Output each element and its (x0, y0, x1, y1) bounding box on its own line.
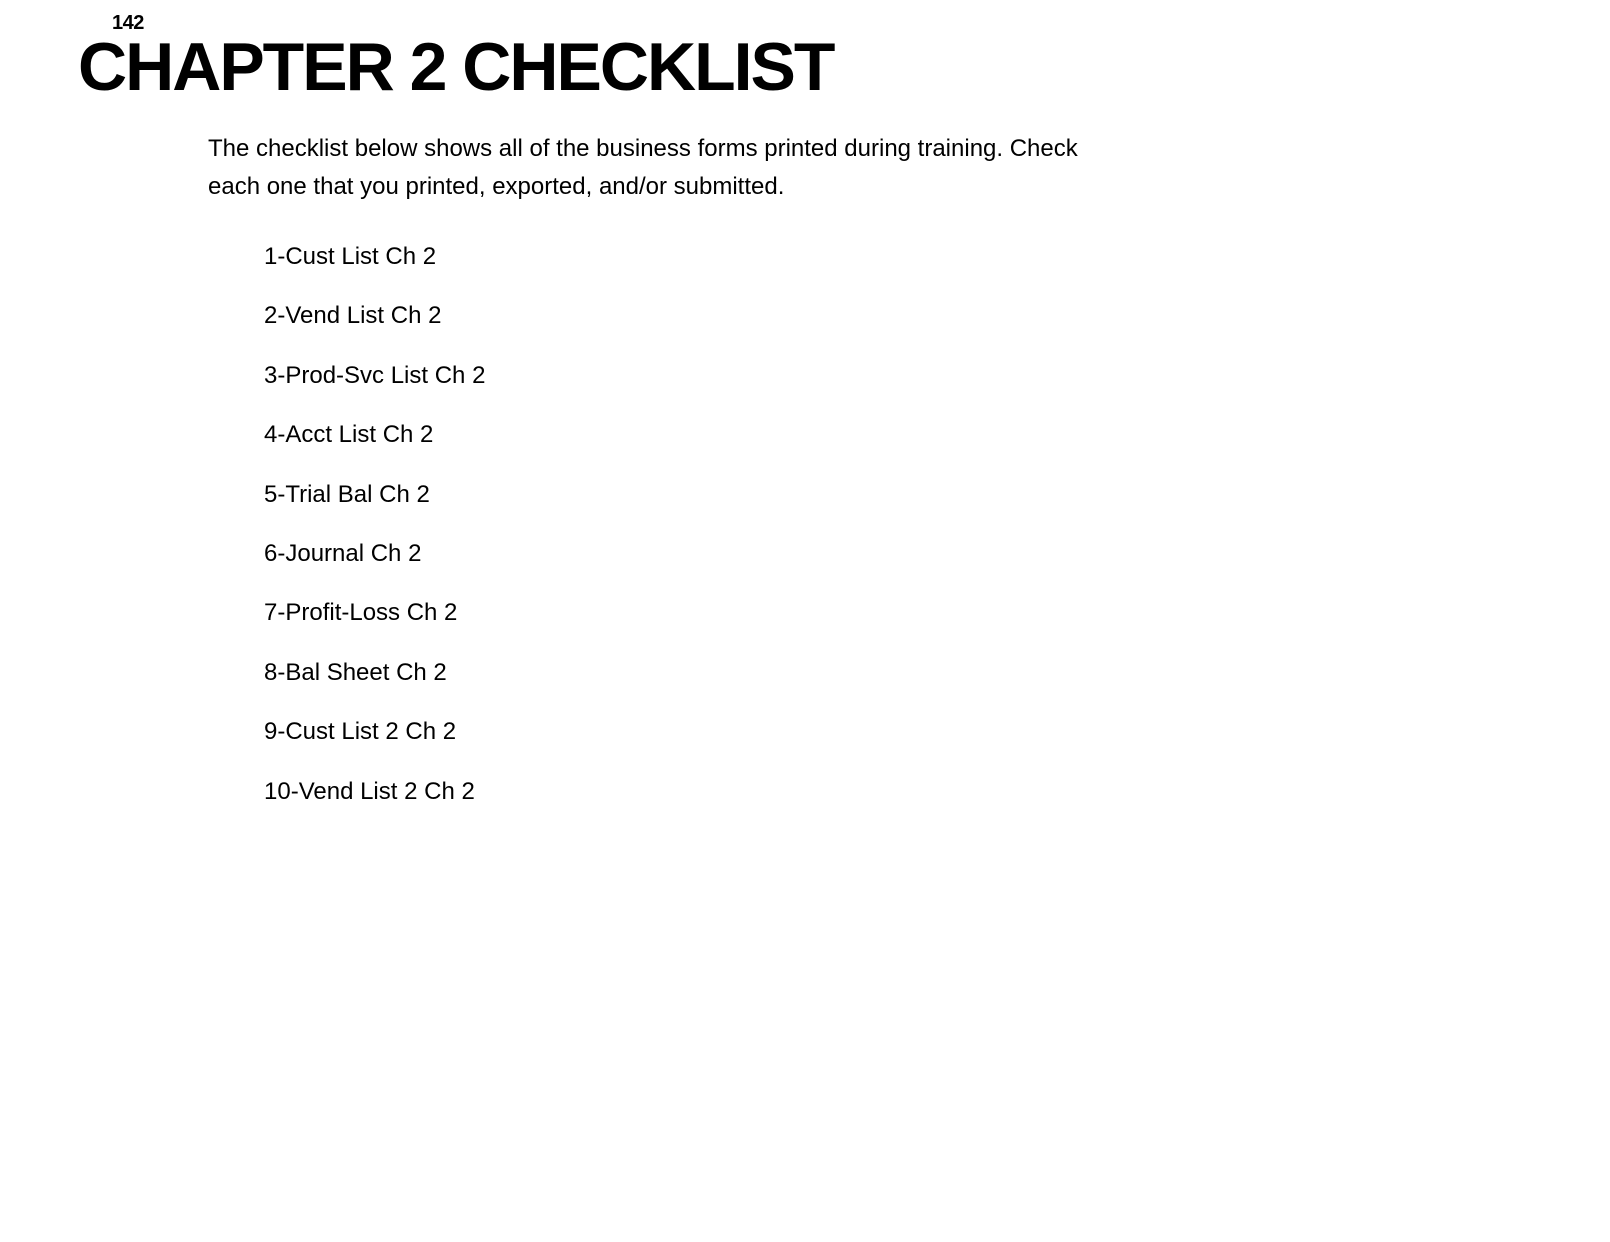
intro-paragraph: The checklist below shows all of the bus… (208, 130, 1108, 207)
list-item: 6-Journal Ch 2 (264, 541, 485, 567)
list-item: 7-Profit-Loss Ch 2 (264, 600, 485, 626)
list-item: 5-Trial Bal Ch 2 (264, 482, 485, 508)
chapter-title: CHAPTER 2 CHECKLIST (78, 28, 833, 106)
list-item: 4-Acct List Ch 2 (264, 422, 485, 448)
list-item: 3-Prod-Svc List Ch 2 (264, 363, 485, 389)
list-item: 8-Bal Sheet Ch 2 (264, 660, 485, 686)
list-item: 1-Cust List Ch 2 (264, 244, 485, 270)
list-item: 10-Vend List 2 Ch 2 (264, 779, 485, 805)
list-item: 9-Cust List 2 Ch 2 (264, 719, 485, 745)
checklist: 1-Cust List Ch 2 2-Vend List Ch 2 3-Prod… (264, 244, 485, 838)
list-item: 2-Vend List Ch 2 (264, 303, 485, 329)
